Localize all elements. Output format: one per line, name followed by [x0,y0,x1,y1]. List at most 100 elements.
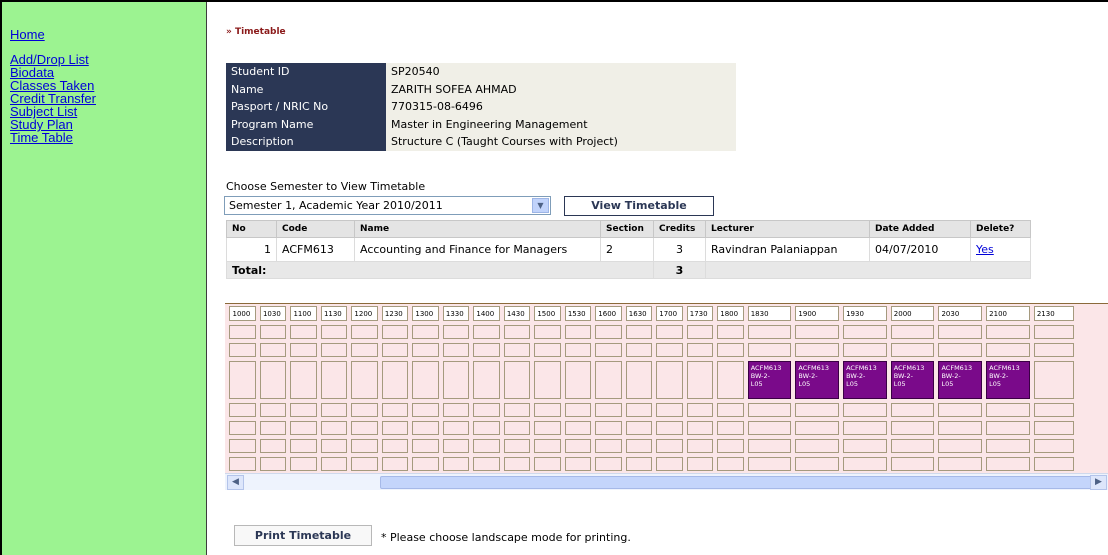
timetable-cell [503,343,531,357]
col-header-name: Name [354,220,601,238]
timetable-cell [625,421,653,435]
timetable-cell [229,439,256,453]
timetable-header-row: 0930100010301100113012001230130013301400… [225,306,1074,321]
sidebar-item-home[interactable]: Home [10,28,206,41]
time-slot-header: 1200 [351,306,378,321]
timetable-cell [843,439,887,453]
timetable-cell [320,457,348,471]
timetable-cell [564,403,592,417]
print-timetable-button[interactable]: Print Timetable [234,525,372,546]
timetable-cell [473,457,500,471]
timetable-cell [259,403,287,417]
timetable-cell [259,325,287,339]
timetable-cell [320,439,348,453]
time-slot-header: 1830 [747,306,792,321]
timetable-cell [351,439,378,453]
timetable-cell [473,421,500,435]
col-header-no: No [226,220,277,238]
timetable-cell [534,439,561,453]
class-session-block: ACFM613 BW-2- L05 [890,361,935,399]
timetable-cell [229,325,256,339]
timetable-cell [1033,361,1074,399]
time-slot-header: 1000 [229,306,256,321]
timetable-cell [938,343,983,357]
time-slot-header: 2030 [938,306,983,321]
timetable-cell [717,403,744,417]
semester-select[interactable]: Semester 1, Academic Year 2010/2011 ▼ [224,196,551,215]
timetable-cell [503,361,531,399]
timetable-cell [625,439,653,453]
col-header-date-added: Date Added [869,220,971,238]
subject-date-added: 04/07/2010 [869,237,971,262]
timetable-cell [717,457,744,471]
timetable-cell [473,325,500,339]
col-header-delete: Delete? [970,220,1031,238]
timetable-cell [686,439,714,453]
timetable-cell [442,343,470,357]
subject-section: 2 [600,237,654,262]
subject-code: ACFM613 [276,237,355,262]
delete-yes-link[interactable]: Yes [976,243,994,256]
view-timetable-button[interactable]: View Timetable [564,196,714,216]
timetable-cell [656,403,683,417]
timetable-cell [229,421,256,435]
class-session-block: ACFM613 BW-2- L05 [986,361,1030,399]
timetable-cell [795,343,840,357]
timetable-cell [229,361,256,399]
timetable-cell [381,325,409,339]
timetable-cell [686,361,714,399]
timetable-cell [843,421,887,435]
timetable-table: 0930100010301100113012001230130013301400… [225,304,1078,475]
timetable-cell [473,403,500,417]
sidebar-item-time-table[interactable]: Time Table [10,131,206,144]
timetable-cell [442,439,470,453]
timetable-cell [656,421,683,435]
timetable-cell [259,343,287,357]
timetable-cell [843,343,887,357]
timetable-cell [986,457,1030,471]
timetable-cell [320,421,348,435]
timetable-cell [938,457,983,471]
timetable-cell [843,325,887,339]
timetable-cell [595,457,622,471]
horizontal-scrollbar[interactable]: ◀ ▶ [225,473,1108,490]
timetable-cell [259,457,287,471]
timetable-cell [534,361,561,399]
timetable-cell [442,325,470,339]
timetable-cell [656,325,683,339]
scroll-right-icon[interactable]: ▶ [1090,475,1107,490]
timetable-cell [890,457,935,471]
timetable-cell [595,403,622,417]
timetable-cell [351,325,378,339]
timetable-cell [938,421,983,435]
time-slot-header: 1430 [503,306,531,321]
timetable-cell [503,325,531,339]
semester-prompt: Choose Semester to View Timetable [226,180,426,193]
chevron-down-icon[interactable]: ▼ [532,198,549,213]
total-filler [705,261,1031,279]
info-row: Name ZARITH SOFEA AHMAD [226,80,736,98]
timetable-cell [320,343,348,357]
timetable-cell [259,421,287,435]
timetable-cell [717,325,744,339]
timetable-cell [717,439,744,453]
timetable-cell [686,457,714,471]
timetable-cell [1033,343,1074,357]
info-label: Description [226,133,386,151]
timetable-cell [595,361,622,399]
timetable-cell [381,403,409,417]
scroll-left-icon[interactable]: ◀ [227,475,244,490]
timetable-cell [564,457,592,471]
timetable-cell [412,421,439,435]
timetable-cell [503,421,531,435]
timetable-cell [938,439,983,453]
timetable-cell [625,403,653,417]
scrollbar-thumb[interactable] [380,476,1092,489]
timetable-cell [564,325,592,339]
timetable-row [225,403,1074,417]
timetable-cell [259,361,287,399]
timetable-cell [381,457,409,471]
info-row: Program Name Master in Engineering Manag… [226,115,736,133]
timetable-cell [473,439,500,453]
info-value: ZARITH SOFEA AHMAD [386,80,736,98]
